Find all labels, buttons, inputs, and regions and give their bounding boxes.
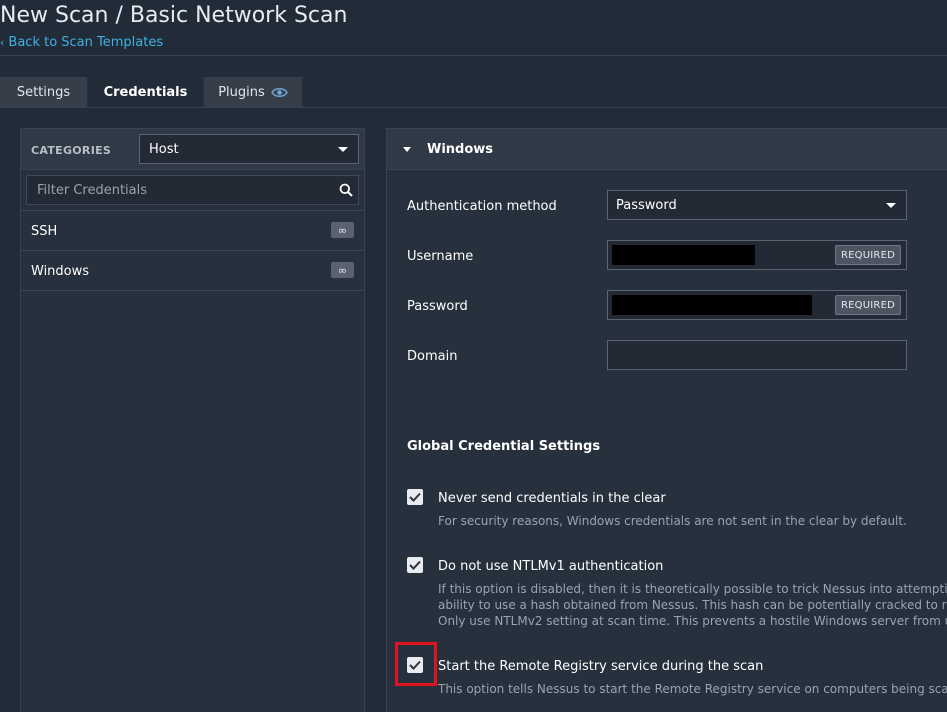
tab-plugins[interactable]: Plugins: [204, 77, 303, 107]
domain-label: Domain: [407, 349, 458, 364]
tab-settings-label: Settings: [16, 84, 71, 100]
option-label: Do not use NTLMv1 authentication: [438, 559, 664, 574]
categories-row: CATEGORIES Host: [21, 129, 364, 170]
username-label: Username: [407, 249, 474, 264]
option-description: If this option is disabled, then it is t…: [438, 582, 947, 596]
tab-bar: Settings Credentials Plugins: [0, 77, 947, 108]
categories-sidebar: CATEGORIES Host SSH ∞ Windows ∞: [20, 128, 365, 712]
tab-credentials[interactable]: Credentials: [88, 77, 204, 107]
username-input[interactable]: REQUIRED: [607, 240, 907, 270]
category-select[interactable]: Host: [139, 134, 359, 164]
filter-credentials-input[interactable]: [26, 175, 359, 205]
required-badge: REQUIRED: [835, 245, 901, 265]
back-to-templates-link[interactable]: ‹ Back to Scan Templates: [0, 35, 163, 50]
caret-down-icon: [886, 203, 896, 208]
windows-section-header[interactable]: Windows: [387, 129, 947, 170]
unlimited-badge: ∞: [331, 222, 354, 238]
tab-settings[interactable]: Settings: [0, 77, 88, 107]
search-icon[interactable]: [339, 182, 353, 201]
credential-item-label: Windows: [31, 264, 90, 279]
check-icon: [409, 492, 421, 502]
option-description: This option tells Nessus to start the Re…: [438, 682, 947, 696]
eye-icon: [270, 87, 288, 98]
credential-item-ssh[interactable]: SSH ∞: [21, 211, 364, 251]
password-label: Password: [407, 299, 468, 314]
redacted-value: [612, 245, 755, 265]
check-icon: [409, 560, 421, 570]
auth-method-select[interactable]: Password: [607, 190, 907, 220]
back-link-label: Back to Scan Templates: [8, 35, 164, 50]
collapse-caret-icon: [403, 147, 411, 152]
caret-down-icon: [338, 147, 348, 152]
tab-credentials-label: Credentials: [103, 84, 188, 100]
highlight-box: [395, 642, 437, 686]
chevron-left-icon: ‹: [0, 36, 5, 49]
option-description: ability to use a hash obtained from Ness…: [438, 598, 947, 612]
domain-input[interactable]: [607, 340, 907, 370]
option-label: Never send credentials in the clear: [438, 491, 666, 506]
page-title: New Scan / Basic Network Scan: [0, 3, 348, 28]
windows-credential-panel: Windows Authentication method Password U…: [386, 128, 947, 712]
option-description: For security reasons, Windows credential…: [438, 514, 907, 528]
divider: [0, 55, 947, 56]
auth-method-value: Password: [616, 197, 677, 213]
section-title: Windows: [427, 142, 494, 157]
required-badge: REQUIRED: [835, 295, 901, 315]
option-label: Start the Remote Registry service during…: [438, 659, 764, 674]
never-send-clear-checkbox[interactable]: [407, 489, 423, 505]
password-input[interactable]: REQUIRED: [607, 290, 907, 320]
no-ntlmv1-checkbox[interactable]: [407, 557, 423, 573]
credential-item-windows[interactable]: Windows ∞: [21, 251, 364, 291]
category-selected-value: Host: [149, 141, 179, 157]
tab-plugins-label: Plugins: [218, 84, 265, 100]
filter-row: [21, 170, 364, 211]
unlimited-badge: ∞: [331, 262, 354, 278]
redacted-value: [612, 295, 812, 315]
credential-item-label: SSH: [31, 224, 58, 239]
categories-label: CATEGORIES: [31, 144, 112, 157]
auth-method-label: Authentication method: [407, 199, 557, 214]
global-settings-title: Global Credential Settings: [407, 439, 601, 454]
option-description: Only use NTLMv2 setting at scan time. Th…: [438, 614, 947, 628]
